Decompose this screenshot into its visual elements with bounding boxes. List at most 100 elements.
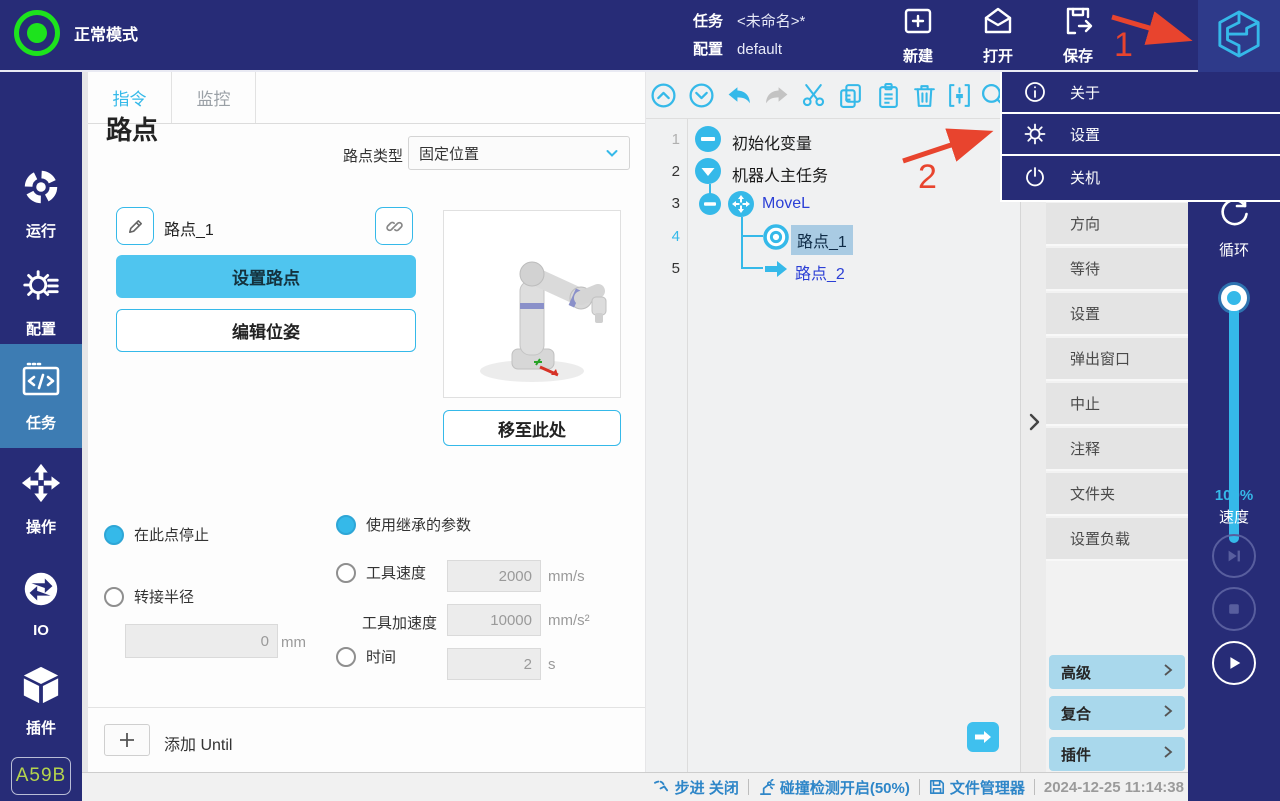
rename-waypoint-button[interactable] xyxy=(116,207,154,245)
cut-button[interactable] xyxy=(796,78,830,112)
play-button[interactable] xyxy=(1212,641,1256,685)
menu-item-composite[interactable]: 复合 xyxy=(1049,696,1185,730)
collapse-button[interactable] xyxy=(942,78,976,112)
add-until-button[interactable] xyxy=(104,724,150,756)
chevron-down-icon xyxy=(606,150,618,157)
redo-icon xyxy=(765,86,787,103)
menu-item-label: 插件 xyxy=(1061,746,1092,764)
task-code-icon xyxy=(19,360,63,405)
sidebar-item-io[interactable]: IO xyxy=(0,558,82,648)
edit-pose-button[interactable]: 编辑位姿 xyxy=(116,309,416,352)
step-mode-status[interactable]: 步进 关闭 xyxy=(653,777,739,798)
set-waypoint-button[interactable]: 设置路点 xyxy=(116,255,416,298)
blend-radius-radio[interactable]: 转接半径 xyxy=(104,586,194,607)
undo-button[interactable] xyxy=(722,78,756,112)
menu-item-payload[interactable]: 设置负载 xyxy=(1046,518,1188,561)
time-radio[interactable]: 时间 xyxy=(336,646,396,667)
stop-here-radio[interactable]: 在此点停止 xyxy=(104,524,209,545)
tool-speed-input[interactable] xyxy=(447,560,541,592)
scroll-to-current-button[interactable] xyxy=(967,722,999,752)
menu-item-comment[interactable]: 注释 xyxy=(1046,428,1188,471)
panel-tabbar: 指令 监控 xyxy=(88,72,645,124)
dropdown-item-about[interactable]: 关于 xyxy=(1002,72,1280,114)
collapse-node-icon[interactable] xyxy=(695,126,721,157)
tree-connector xyxy=(741,267,763,269)
mode-indicator[interactable]: 正常模式 xyxy=(14,10,138,56)
app-menu-button[interactable] xyxy=(1198,0,1280,72)
waypoint-panel: 指令 监控 路点 路点类型 固定位置 路点_1 设置路点 编辑位姿 移至此处 在… xyxy=(88,72,645,772)
speed-slider-handle[interactable] xyxy=(1221,285,1247,311)
line-number: 1 xyxy=(671,131,680,148)
redo-button[interactable] xyxy=(759,78,793,112)
tree-node-movel[interactable]: MoveL xyxy=(762,195,810,213)
open-task-button[interactable]: 打开 xyxy=(962,4,1034,70)
waypoint-type-select[interactable]: 固定位置 xyxy=(408,136,630,170)
arrow-node-icon xyxy=(763,258,789,285)
menu-item-set[interactable]: 设置 xyxy=(1046,293,1188,336)
step-next-button[interactable] xyxy=(1212,534,1256,578)
paste-button[interactable] xyxy=(871,78,905,112)
loop-label: 循环 xyxy=(1218,242,1249,259)
menu-item-abort[interactable]: 中止 xyxy=(1046,383,1188,426)
tab-monitor[interactable]: 监控 xyxy=(172,72,256,123)
loop-toggle[interactable]: 循环 xyxy=(1188,194,1280,260)
dropdown-item-settings[interactable]: 设置 xyxy=(1002,114,1280,156)
movel-node-icon xyxy=(728,191,754,222)
blend-radius-input[interactable] xyxy=(125,624,278,658)
sidebar-item-run[interactable]: 运行 xyxy=(0,158,82,248)
tool-accel-input[interactable] xyxy=(447,604,541,636)
link-waypoint-button[interactable] xyxy=(375,207,413,245)
time-unit: s xyxy=(548,656,556,673)
expand-node-icon[interactable] xyxy=(695,158,721,189)
move-up-button[interactable] xyxy=(646,78,680,112)
menu-item-popup[interactable]: 弹出窗口 xyxy=(1046,338,1188,381)
menu-item-folder[interactable]: 文件夹 xyxy=(1046,473,1188,516)
tree-node-waypoint1[interactable]: 路点_1 xyxy=(791,225,853,255)
collapse-node-icon[interactable] xyxy=(699,193,721,220)
sidebar-item-task[interactable]: 任务 xyxy=(0,344,82,448)
config-label: 配置 xyxy=(693,41,724,58)
paste-icon xyxy=(878,82,898,108)
open-folder-icon xyxy=(981,4,1015,43)
collision-status[interactable]: 碰撞检测开启(50%) xyxy=(758,777,910,798)
divider xyxy=(918,779,920,795)
delete-button[interactable] xyxy=(907,78,941,112)
radio-icon xyxy=(336,562,356,583)
inherit-params-radio[interactable]: 使用继承的参数 xyxy=(336,514,471,535)
divider xyxy=(747,779,749,795)
file-manager-button[interactable]: 文件管理器 xyxy=(929,777,1025,798)
menu-item-plugin[interactable]: 插件 xyxy=(1049,737,1185,771)
copy-button[interactable] xyxy=(833,78,867,112)
power-icon xyxy=(1026,167,1044,187)
waypoint-node-icon xyxy=(763,224,789,255)
inherit-params-label: 使用继承的参数 xyxy=(366,517,472,534)
save-task-button[interactable]: 保存 xyxy=(1042,4,1114,70)
speed-value: 100% xyxy=(1214,487,1254,504)
menu-item-wait[interactable]: 等待 xyxy=(1046,248,1188,291)
tree-node-main-task[interactable]: 机器人主任务 xyxy=(732,162,828,186)
move-here-button[interactable]: 移至此处 xyxy=(443,410,621,446)
tree-toolbar xyxy=(646,72,1020,119)
io-arrows-icon xyxy=(20,568,62,615)
menu-item-label: 复合 xyxy=(1061,705,1092,723)
sidebar-item-label: 插件 xyxy=(25,719,56,737)
tree-node-waypoint2[interactable]: 路点_2 xyxy=(795,260,845,284)
page-title: 路点 xyxy=(106,115,159,145)
sidebar-item-operate[interactable]: 操作 xyxy=(0,454,82,544)
divider xyxy=(1033,779,1035,795)
sidebar-item-config[interactable]: 配置 xyxy=(0,256,82,346)
divider xyxy=(88,707,645,708)
menu-item-direction[interactable]: 方向 xyxy=(1046,203,1188,246)
stop-button[interactable] xyxy=(1212,587,1256,631)
pencil-icon xyxy=(128,219,142,233)
gear-icon xyxy=(1024,123,1046,145)
time-input[interactable] xyxy=(447,648,541,680)
undo-icon xyxy=(728,86,750,103)
tree-node-init-vars[interactable]: 初始化变量 xyxy=(732,130,812,154)
menu-item-advanced[interactable]: 高级 xyxy=(1049,655,1185,689)
move-down-button[interactable] xyxy=(684,78,718,112)
tool-speed-radio[interactable]: 工具速度 xyxy=(336,562,426,583)
dropdown-item-shutdown[interactable]: 关机 xyxy=(1002,156,1280,198)
new-task-button[interactable]: 新建 xyxy=(882,4,954,70)
sidebar-item-plugin[interactable]: 插件 xyxy=(0,656,82,746)
